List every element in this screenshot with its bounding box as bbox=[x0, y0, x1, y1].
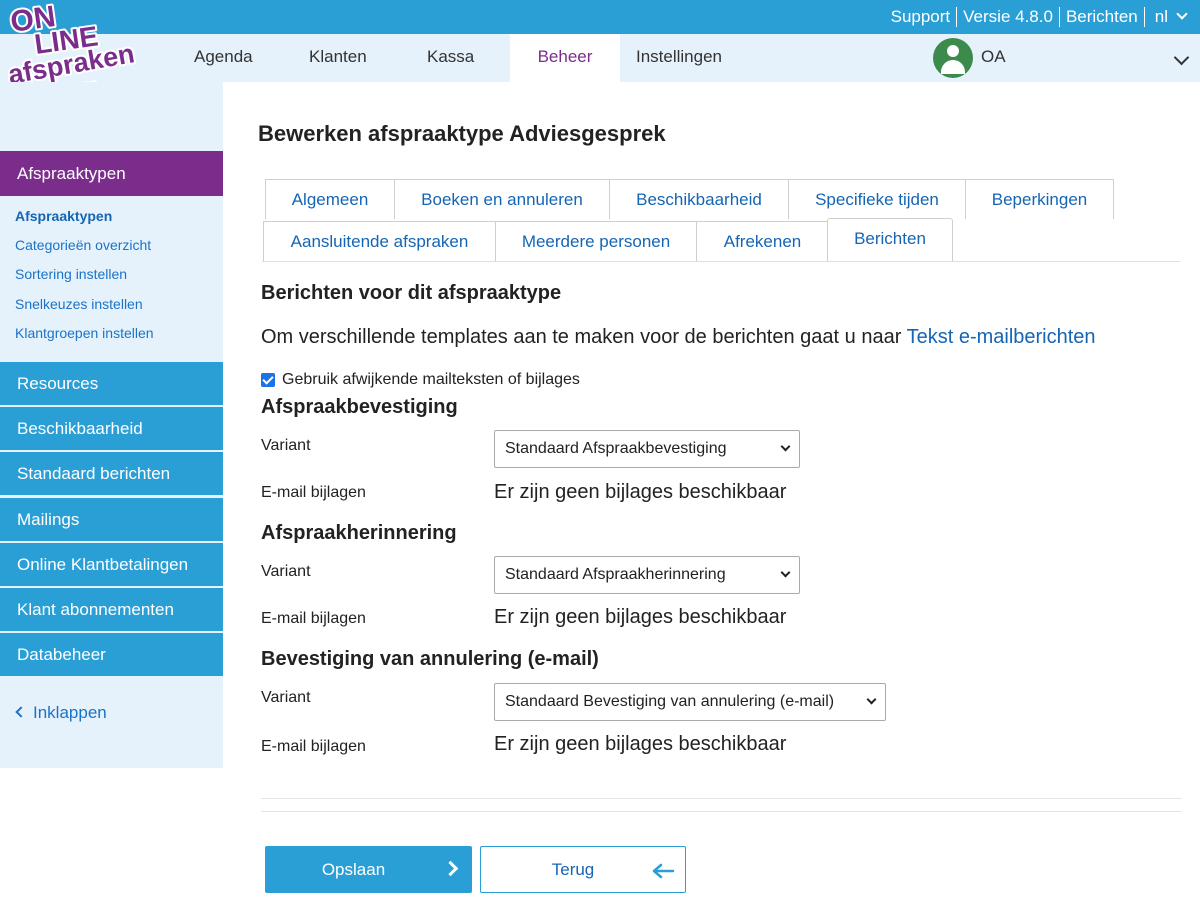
group-title-bevestiging-annulering: Bevestiging van annulering (e-mail) bbox=[261, 648, 599, 670]
divider bbox=[261, 798, 1182, 799]
no-attachments-text: Er zijn geen bijlages beschikbaar bbox=[494, 481, 787, 503]
custom-mail-checkbox-row[interactable]: Gebruik afwijkende mailteksten of bijlag… bbox=[261, 371, 580, 389]
no-attachments-text: Er zijn geen bijlages beschikbaar bbox=[494, 733, 787, 755]
tab-beschikbaarheid[interactable]: Beschikbaarheid bbox=[609, 179, 789, 219]
collapse-label: Inklappen bbox=[33, 703, 107, 722]
attachments-label: E-mail bijlagen bbox=[261, 610, 366, 627]
user-initials[interactable]: OA bbox=[981, 34, 1006, 80]
main-nav: Agenda Klanten Kassa Beheer Instellingen… bbox=[0, 34, 1200, 82]
support-link[interactable]: Support bbox=[885, 7, 958, 27]
save-button-label: Opslaan bbox=[321, 860, 386, 879]
chevron-down-icon[interactable] bbox=[1173, 49, 1190, 66]
group-title-afspraakherinnering: Afspraakherinnering bbox=[261, 522, 457, 544]
divider bbox=[261, 811, 1182, 812]
variant-label: Variant bbox=[261, 689, 311, 706]
section-title: Berichten voor dit afspraaktype bbox=[261, 282, 562, 304]
chevron-left-icon bbox=[15, 706, 27, 718]
tab-specifieke-tijden[interactable]: Specifieke tijden bbox=[788, 179, 966, 219]
top-links: Support Versie 4.8.0 Berichten nl bbox=[885, 0, 1200, 34]
version-label: Versie 4.8.0 bbox=[957, 7, 1060, 27]
nav-beheer[interactable]: Beheer bbox=[510, 34, 620, 82]
user-avatar-icon[interactable] bbox=[933, 38, 973, 78]
sidebar-header[interactable]: Afspraaktypen bbox=[0, 151, 223, 196]
sidebar-item-categorieen[interactable]: Categorieën overzicht bbox=[15, 237, 151, 253]
variant-select-afspraakherinnering[interactable]: Standaard Afspraakherinnering bbox=[494, 556, 800, 594]
sidebar-item-klant-abonnementen[interactable]: Klant abonnementen bbox=[0, 587, 223, 631]
sidebar-item-mailings[interactable]: Mailings bbox=[0, 497, 223, 541]
page-title: Bewerken afspraaktype Adviesgesprek bbox=[258, 121, 666, 146]
tab-algemeen[interactable]: Algemeen bbox=[265, 179, 395, 219]
tab-meerdere-personen[interactable]: Meerdere personen bbox=[495, 221, 697, 261]
top-bar: Support Versie 4.8.0 Berichten nl bbox=[0, 0, 1200, 34]
sidebar-item-standaard-berichten[interactable]: Standaard berichten bbox=[0, 451, 223, 495]
select-value: Standaard Bevestiging van annulering (e-… bbox=[505, 693, 835, 710]
chevron-down-icon bbox=[780, 441, 791, 452]
collapse-sidebar-link[interactable]: Inklappen bbox=[15, 703, 107, 723]
tab-berichten[interactable]: Berichten bbox=[827, 218, 953, 262]
chevron-down-icon[interactable] bbox=[1176, 8, 1188, 20]
tab-divider bbox=[262, 261, 1180, 262]
variant-select-bevestiging-annulering[interactable]: Standaard Bevestiging van annulering (e-… bbox=[494, 683, 886, 721]
save-button[interactable]: Opslaan bbox=[265, 846, 472, 893]
chevron-down-icon bbox=[780, 567, 791, 578]
sidebar-item-sortering[interactable]: Sortering instellen bbox=[15, 266, 127, 282]
attachments-label: E-mail bijlagen bbox=[261, 738, 366, 755]
select-value: Standaard Afspraakherinnering bbox=[505, 566, 726, 583]
sidebar-item-snelkeuzes[interactable]: Snelkeuzes instellen bbox=[15, 296, 143, 312]
group-title-afspraakbevestiging: Afspraakbevestiging bbox=[261, 396, 458, 418]
back-button[interactable]: Terug bbox=[480, 846, 686, 893]
sidebar-item-databeheer[interactable]: Databeheer bbox=[0, 632, 223, 676]
nav-kassa[interactable]: Kassa bbox=[427, 34, 474, 82]
intro-text-body: Om verschillende templates aan te maken … bbox=[261, 326, 902, 348]
arrow-left-icon bbox=[652, 863, 675, 879]
checkbox-checked-icon[interactable] bbox=[261, 373, 275, 387]
variant-label: Variant bbox=[261, 563, 311, 580]
messages-link[interactable]: Berichten bbox=[1060, 7, 1145, 27]
checkbox-label[interactable]: Gebruik afwijkende mailteksten of bijlag… bbox=[282, 371, 580, 389]
sidebar-item-resources[interactable]: Resources bbox=[0, 361, 223, 405]
sidebar-item-klantgroepen[interactable]: Klantgroepen instellen bbox=[15, 325, 154, 341]
tekst-emailberichten-link[interactable]: Tekst e-mailberichten bbox=[907, 326, 1096, 348]
variant-select-afspraakbevestiging[interactable]: Standaard Afspraakbevestiging bbox=[494, 430, 800, 468]
select-value: Standaard Afspraakbevestiging bbox=[505, 440, 727, 457]
chevron-down-icon bbox=[866, 694, 877, 705]
attachments-label: E-mail bijlagen bbox=[261, 484, 366, 501]
sidebar-item-online-klantbetalingen[interactable]: Online Klantbetalingen bbox=[0, 542, 223, 586]
nav-instellingen[interactable]: Instellingen bbox=[636, 34, 722, 82]
sidebar-item-afspraaktypen[interactable]: Afspraaktypen bbox=[15, 208, 112, 224]
no-attachments-text: Er zijn geen bijlages beschikbaar bbox=[494, 606, 787, 628]
nav-agenda[interactable]: Agenda bbox=[194, 34, 253, 82]
tab-beperkingen[interactable]: Beperkingen bbox=[965, 179, 1114, 219]
sidebar-item-beschikbaarheid[interactable]: Beschikbaarheid bbox=[0, 406, 223, 450]
intro-text: Om verschillende templates aan te maken … bbox=[261, 326, 1096, 349]
chevron-right-icon bbox=[442, 860, 459, 877]
variant-label: Variant bbox=[261, 437, 311, 454]
tab-afrekenen[interactable]: Afrekenen bbox=[696, 221, 829, 261]
tab-aansluitende-afspraken[interactable]: Aansluitende afspraken bbox=[263, 221, 496, 261]
language-selector[interactable]: nl bbox=[1145, 7, 1174, 27]
back-button-label: Terug bbox=[551, 860, 595, 879]
tab-boeken-en-annuleren[interactable]: Boeken en annuleren bbox=[394, 179, 610, 219]
nav-klanten[interactable]: Klanten bbox=[309, 34, 367, 82]
